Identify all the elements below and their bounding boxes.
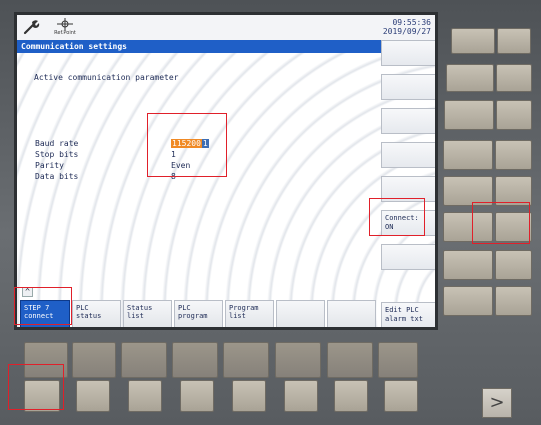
wrench-icon (23, 20, 40, 35)
hkey-bottom-8[interactable] (384, 380, 418, 412)
plc-status-line1: PLC (76, 304, 89, 312)
vkey-right-8[interactable] (495, 286, 532, 316)
status-list-line1: Status (127, 304, 153, 312)
program-list-line2: list (229, 312, 246, 320)
annotation-baud-rate (147, 113, 227, 177)
plc-program-line1: PLC (178, 304, 191, 312)
vkey-left-3[interactable] (444, 100, 494, 130)
vertical-softkey-7[interactable] (381, 244, 435, 270)
vertical-softkey-4[interactable] (381, 142, 435, 168)
vkey-left-4[interactable] (443, 140, 493, 170)
vkey-right-1[interactable] (497, 28, 531, 54)
param-label-parity: Parity (35, 161, 64, 170)
hkey-bottom-2[interactable] (76, 380, 110, 412)
hkey-bottom-5[interactable] (232, 380, 266, 412)
param-label-baud-rate: Baud rate (35, 139, 79, 148)
annotation-connect-on (369, 198, 425, 236)
annotation-step7-connect (14, 287, 72, 325)
vertical-softkey-1[interactable] (381, 40, 435, 66)
horizontal-softkey-7[interactable] (327, 300, 376, 327)
vkey-left-7[interactable] (443, 250, 493, 280)
next-arrow-key[interactable]: > (482, 388, 512, 418)
vkey-right-3[interactable] (496, 100, 532, 130)
vertical-softkey-3[interactable] (381, 108, 435, 134)
plc-program-softkey[interactable]: PLC program (174, 300, 223, 327)
horizontal-softkey-bar: STEP 7 connect PLC status Status list PL… (17, 300, 435, 327)
clock-date: 2019/09/27 (382, 27, 431, 36)
window-title: Communication settings (17, 40, 381, 53)
vertical-softkey-2[interactable] (381, 74, 435, 100)
hkey-top-4[interactable] (172, 342, 218, 378)
plc-status-line2: status (76, 312, 102, 320)
plc-status-softkey[interactable]: PLC status (72, 300, 121, 327)
program-list-softkey[interactable]: Program list (225, 300, 274, 327)
ref-point-label: Ref.Point (54, 30, 76, 36)
status-list-softkey[interactable]: Status list (123, 300, 172, 327)
hkey-top-3[interactable] (121, 342, 167, 378)
plc-program-line2: program (178, 312, 208, 320)
hkey-bottom-3[interactable] (128, 380, 162, 412)
vkey-left-8[interactable] (443, 286, 493, 316)
hkey-top-8[interactable] (378, 342, 418, 378)
hkey-top-6[interactable] (275, 342, 321, 378)
clock: 09:55:36 2019/09/27 (383, 18, 431, 36)
hkey-top-5[interactable] (223, 342, 269, 378)
vkey-right-4[interactable] (495, 140, 532, 170)
horizontal-softkey-6[interactable] (276, 300, 325, 327)
hkey-top-2[interactable] (72, 342, 116, 378)
param-label-data-bits: Data bits (35, 172, 79, 181)
section-title: Active communication parameter (34, 73, 179, 82)
hkey-bottom-6[interactable] (284, 380, 318, 412)
vkey-left-1[interactable] (451, 28, 495, 54)
status-list-line2: list (127, 312, 144, 320)
param-label-stop-bits: Stop bits (35, 150, 79, 159)
hkey-bottom-7[interactable] (334, 380, 368, 412)
hkey-bottom-4[interactable] (180, 380, 214, 412)
vkey-left-2[interactable] (446, 64, 494, 92)
vkey-right-2[interactable] (496, 64, 532, 92)
hkey-top-7[interactable] (327, 342, 373, 378)
program-list-line1: Program (229, 304, 259, 312)
clock-time: 09:55:36 (392, 18, 431, 27)
ref-point-icon (57, 18, 73, 30)
status-bar: Ref.Point 09:55:36 2019/09/27 (17, 15, 435, 40)
annotation-right-key (472, 202, 530, 244)
ref-point-indicator: Ref.Point (53, 16, 77, 38)
vkey-right-7[interactable] (495, 250, 532, 280)
annotation-bottom-key (8, 364, 64, 410)
